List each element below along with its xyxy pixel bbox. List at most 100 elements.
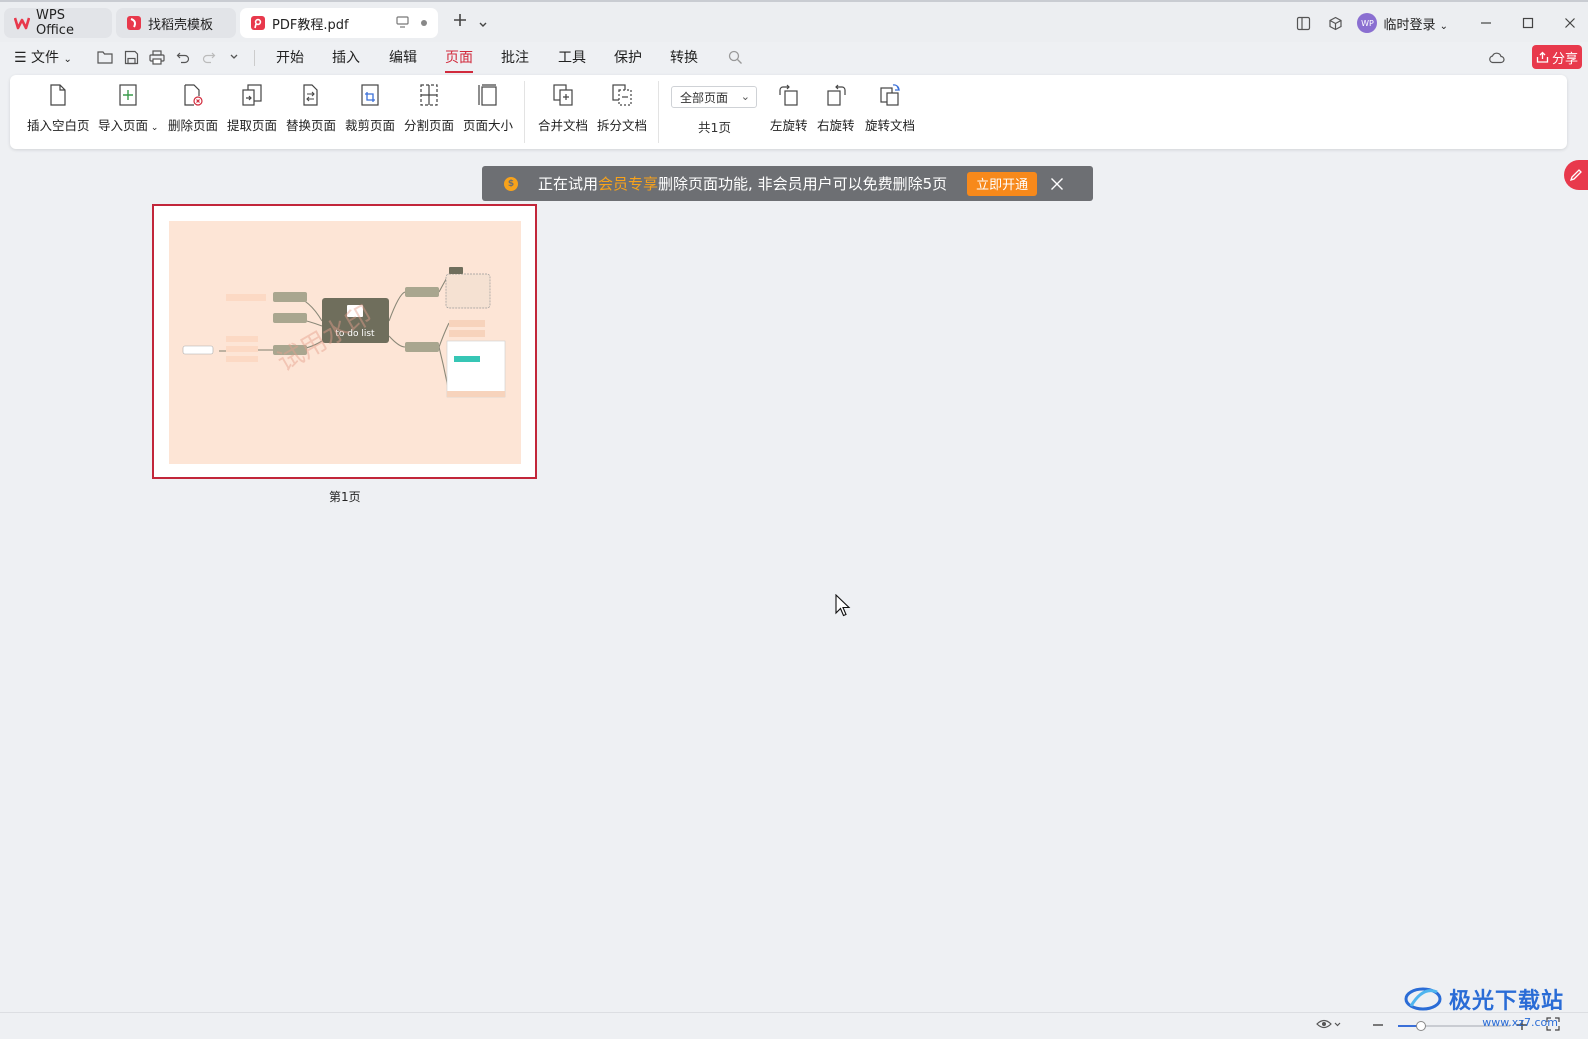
crop-page-button[interactable]: 裁剪页面 — [345, 83, 395, 134]
close-window-icon[interactable] — [1558, 11, 1582, 35]
extract-page-icon — [242, 84, 262, 106]
zoom-slider-knob[interactable] — [1416, 1021, 1426, 1031]
replace-page-button[interactable]: 替换页面 — [286, 83, 336, 134]
share-label: 分享 — [1551, 51, 1578, 67]
split-doc-button[interactable]: 拆分文档 — [597, 83, 647, 134]
page-size-icon — [478, 84, 497, 106]
button-label: 分割页面 — [404, 118, 455, 133]
view-mode-eye-icon[interactable] — [1316, 1017, 1342, 1035]
tab-daoke-templates[interactable]: 找稻壳模板 — [116, 8, 236, 38]
button-label: 导入页面 — [98, 118, 149, 133]
menu-insert[interactable]: 插入 — [332, 47, 360, 67]
rotate-doc-icon — [880, 84, 900, 106]
quick-access-chevron-icon[interactable] — [225, 48, 243, 66]
new-tab-plus-icon[interactable] — [452, 12, 468, 35]
menu-convert[interactable]: 转换 — [670, 47, 698, 67]
minimize-icon[interactable] — [1474, 11, 1498, 35]
chevron-down-icon: ⌄ — [148, 123, 159, 133]
page-label: 第1页 — [329, 490, 361, 504]
merge-doc-icon — [553, 84, 573, 106]
menu-page[interactable]: 页面 — [445, 47, 473, 73]
split-page-button[interactable]: 分割页面 — [404, 83, 454, 134]
delete-page-button[interactable]: 删除页面 — [168, 83, 218, 134]
tab-pdf-document[interactable]: PDF教程.pdf — [240, 8, 438, 38]
merge-doc-button[interactable]: 合并文档 — [538, 83, 588, 134]
search-icon[interactable] — [726, 48, 744, 66]
blank-page-icon — [50, 84, 66, 106]
wps-logo-icon — [14, 15, 30, 31]
crop-page-icon — [361, 84, 379, 106]
unsaved-dot-icon[interactable] — [421, 20, 427, 26]
toast-prefix: 正在试用 — [538, 175, 599, 193]
open-membership-button[interactable]: 立即开通 — [967, 171, 1038, 196]
mouse-cursor-icon — [835, 593, 851, 622]
monitor-icon[interactable] — [396, 16, 409, 32]
menu-tools[interactable]: 工具 — [558, 47, 586, 67]
coin-icon: $ — [504, 176, 518, 191]
daoke-icon — [126, 15, 142, 31]
redo-icon[interactable] — [200, 48, 218, 66]
cube-icon[interactable] — [1323, 11, 1347, 35]
split-doc-icon — [612, 84, 632, 106]
open-folder-icon[interactable] — [96, 48, 114, 66]
button-label: 替换页面 — [286, 118, 337, 133]
avatar[interactable]: WP — [1357, 13, 1378, 33]
page-range-value: 全部页面 — [680, 90, 729, 105]
site-watermark-text: 极光下载站 — [1448, 989, 1564, 1014]
rotate-right-button[interactable]: 右旋转 — [817, 83, 855, 134]
chevron-down-icon: ⌄ — [1439, 20, 1448, 32]
ribbon-divider — [524, 81, 525, 143]
page-ribbon: 插入空白页 导入页面 ⌄ 删除页面 提取页面 替换页面 裁剪页面 分割页面 页面… — [10, 75, 1567, 149]
import-page-icon — [119, 84, 137, 106]
mindmap-graphic: to do list 试用水印 — [182, 267, 506, 398]
extract-page-button[interactable]: 提取页面 — [227, 83, 277, 134]
rotate-left-button[interactable]: 左旋转 — [770, 83, 808, 134]
button-label: 右旋转 — [817, 118, 855, 133]
layout-icon[interactable] — [1291, 11, 1315, 35]
page-count: 共1页 — [698, 120, 731, 135]
print-icon[interactable] — [148, 48, 166, 66]
insert-blank-page-button[interactable]: 插入空白页 — [27, 83, 90, 134]
menu-annotate[interactable]: 批注 — [501, 47, 529, 67]
tab-wps-office[interactable]: WPS Office — [4, 8, 112, 38]
mindmap-preview: to do list 试用水印 — [169, 221, 521, 464]
maximize-icon[interactable] — [1516, 11, 1540, 35]
chevron-down-icon: ⌄ — [740, 90, 750, 103]
share-button[interactable]: 分享 — [1532, 45, 1582, 69]
page-size-button[interactable]: 页面大小 — [463, 83, 513, 134]
site-logo-icon — [1404, 987, 1442, 1011]
page-thumbnail[interactable]: to do list 试用水印 — [152, 204, 537, 479]
menu-protect[interactable]: 保护 — [614, 47, 642, 67]
rotate-doc-button[interactable]: 旋转文档 — [865, 83, 915, 134]
ribbon-divider — [658, 81, 659, 143]
login-button[interactable]: 临时登录 ⌄ — [1383, 14, 1448, 33]
tab-list-chevron-icon[interactable] — [478, 12, 488, 35]
menu-start[interactable]: 开始 — [276, 47, 304, 67]
undo-icon[interactable] — [174, 48, 192, 66]
toast-suffix: 删除页面功能, 非会员用户可以免费删除5页 — [658, 175, 948, 193]
pdf-icon — [250, 15, 266, 31]
menu-edit[interactable]: 编辑 — [389, 47, 417, 67]
status-bar — [0, 1012, 1588, 1039]
file-menu-label: 文件 — [31, 50, 60, 66]
rotate-left-icon — [779, 84, 798, 106]
button-label: 左旋转 — [770, 118, 808, 133]
save-icon[interactable] — [122, 48, 140, 66]
button-label: 合并文档 — [538, 118, 589, 133]
close-icon[interactable] — [1049, 176, 1065, 192]
share-icon — [1536, 51, 1549, 63]
import-page-button[interactable]: 导入页面 ⌄ — [98, 83, 158, 134]
zoom-out-icon[interactable] — [1372, 1017, 1384, 1035]
cloud-icon[interactable] — [1487, 48, 1505, 66]
login-label: 临时登录 — [1383, 17, 1436, 33]
button-label: 删除页面 — [168, 118, 219, 133]
edit-icon — [1569, 169, 1582, 182]
button-label: 提取页面 — [227, 118, 278, 133]
button-label: 页面大小 — [463, 118, 514, 133]
page-range-select[interactable]: 全部页面 ⌄ — [671, 86, 757, 108]
menu-divider — [254, 50, 255, 66]
side-float-button[interactable] — [1564, 160, 1588, 190]
file-menu[interactable]: ☰ 文件 ⌄ — [14, 47, 72, 67]
tab-label: 找稻壳模板 — [148, 17, 214, 33]
replace-page-icon — [303, 84, 318, 106]
